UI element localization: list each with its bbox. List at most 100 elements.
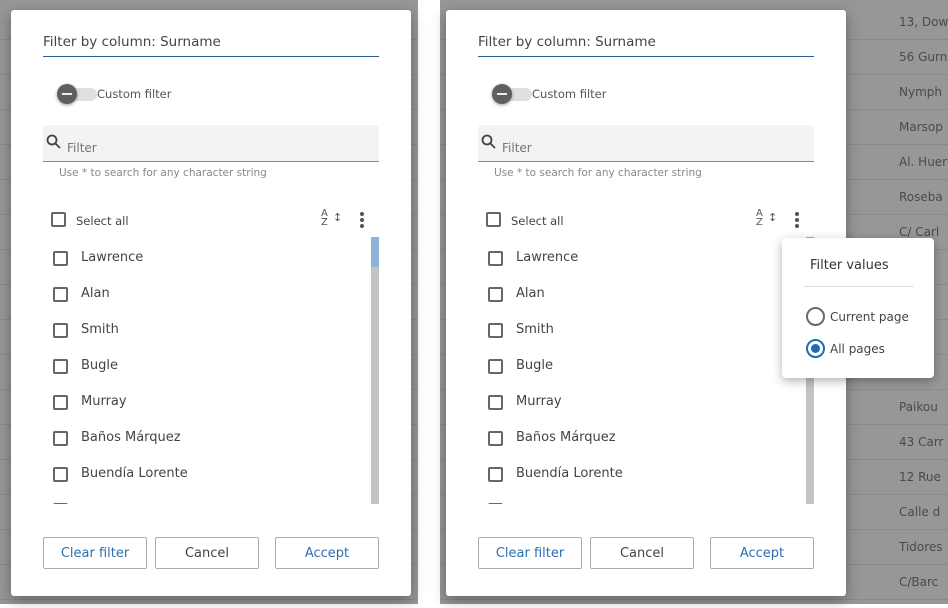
item-label: Baños Márquez bbox=[81, 430, 181, 445]
background-cell: 12 Rue bbox=[899, 470, 941, 484]
item-label: Buendía Lorente bbox=[81, 466, 188, 481]
radio-all-pages[interactable] bbox=[806, 339, 825, 358]
cancel-button[interactable]: Cancel bbox=[590, 537, 694, 569]
search-field[interactable] bbox=[43, 125, 379, 162]
search-input[interactable] bbox=[67, 141, 367, 155]
background-cell: 56 Gurn bbox=[899, 50, 948, 64]
background-cell: Calle d bbox=[899, 505, 941, 519]
radio-current-page[interactable] bbox=[806, 307, 825, 326]
list-item[interactable]: Alan bbox=[478, 273, 798, 309]
scrollbar[interactable] bbox=[371, 237, 379, 504]
item-checkbox[interactable] bbox=[53, 503, 68, 504]
toggle-knob[interactable] bbox=[57, 84, 77, 104]
values-list: Lawrence Alan Smith Bugle Murray Baños Márque… bbox=[43, 237, 379, 504]
background-cell: 13, Dow bbox=[899, 15, 948, 29]
sort-az-icon[interactable]: A Z ↕ bbox=[756, 209, 778, 228]
search-icon bbox=[46, 134, 62, 150]
popup-title: Filter values bbox=[810, 258, 889, 273]
toggle-knob[interactable] bbox=[492, 84, 512, 104]
list-item[interactable]: Lawrence bbox=[478, 237, 798, 273]
clear-filter-button[interactable]: Clear filter bbox=[43, 537, 147, 569]
item-label: Bugle bbox=[81, 358, 119, 373]
accept-button[interactable]: Accept bbox=[710, 537, 814, 569]
dot bbox=[360, 224, 364, 228]
background-cell: Roseba bbox=[899, 190, 943, 204]
item-checkbox[interactable] bbox=[488, 287, 503, 302]
item-checkbox[interactable] bbox=[53, 359, 68, 374]
item-label: Buendía Lorente bbox=[516, 466, 623, 481]
background-cell: Marsop bbox=[899, 120, 943, 134]
more-options-icon[interactable] bbox=[792, 210, 802, 230]
list-item[interactable]: Buendía Lorente bbox=[43, 453, 363, 489]
filter-values-popup: Filter values Current page All pages bbox=[782, 238, 934, 378]
custom-filter-label: Custom filter bbox=[97, 87, 172, 101]
list-item[interactable]: Bugle bbox=[478, 345, 798, 381]
radio-label[interactable]: Current page bbox=[830, 310, 909, 324]
background-cell: 43 Carr bbox=[899, 435, 944, 449]
item-label: Baños Márquez bbox=[516, 430, 616, 445]
item-checkbox[interactable] bbox=[53, 467, 68, 482]
dot bbox=[795, 224, 799, 228]
item-checkbox[interactable] bbox=[53, 251, 68, 266]
select-all-checkbox[interactable] bbox=[51, 212, 66, 227]
item-label: Lawrence bbox=[81, 250, 144, 265]
item-label: Bugle bbox=[516, 358, 554, 373]
select-all-checkbox[interactable] bbox=[486, 212, 501, 227]
item-checkbox[interactable] bbox=[53, 287, 68, 302]
popup-divider bbox=[804, 286, 914, 287]
item-label: Alan bbox=[81, 286, 110, 301]
custom-filter-label: Custom filter bbox=[532, 87, 607, 101]
list-item[interactable]: Murray bbox=[43, 381, 363, 417]
scrollbar-thumb[interactable] bbox=[371, 237, 379, 267]
filter-dialog: Filter by column: Surname Custom filter Us… bbox=[11, 10, 411, 596]
cancel-button[interactable]: Cancel bbox=[155, 537, 259, 569]
item-label: Smith bbox=[81, 322, 119, 337]
background-cell: C/ Carl bbox=[899, 225, 940, 239]
item-checkbox[interactable] bbox=[488, 431, 503, 446]
item-checkbox[interactable] bbox=[488, 467, 503, 482]
list-item[interactable] bbox=[43, 489, 363, 504]
item-checkbox[interactable] bbox=[488, 323, 503, 338]
background-cell: C/Barc bbox=[899, 575, 939, 589]
search-hint: Use * to search for any character string bbox=[494, 167, 702, 179]
item-checkbox[interactable] bbox=[53, 323, 68, 338]
item-label: Murray bbox=[516, 394, 562, 409]
sort-az-icon[interactable]: A Z ↕ bbox=[321, 209, 343, 228]
background-cell: Tidores bbox=[899, 540, 943, 554]
dot bbox=[360, 218, 364, 222]
search-field[interactable] bbox=[478, 125, 814, 162]
accept-button[interactable]: Accept bbox=[275, 537, 379, 569]
item-checkbox[interactable] bbox=[53, 395, 68, 410]
more-options-icon[interactable] bbox=[357, 210, 367, 230]
background-cell: Al. Huer bbox=[899, 155, 948, 169]
list-item[interactable]: Baños Márquez bbox=[43, 417, 363, 453]
list-item[interactable]: Baños Márquez bbox=[478, 417, 798, 453]
item-label: Lawrence bbox=[516, 250, 579, 265]
item-label: Smith bbox=[516, 322, 554, 337]
list-item[interactable]: Lawrence bbox=[43, 237, 363, 273]
item-checkbox[interactable] bbox=[488, 251, 503, 266]
radio-label[interactable]: All pages bbox=[830, 342, 885, 356]
list-item[interactable]: Buendía Lorente bbox=[478, 453, 798, 489]
item-label: Alan bbox=[516, 286, 545, 301]
item-checkbox[interactable] bbox=[488, 503, 503, 504]
list-item[interactable]: Smith bbox=[43, 309, 363, 345]
clear-filter-button[interactable]: Clear filter bbox=[478, 537, 582, 569]
background-cell: Nymph bbox=[899, 85, 942, 99]
dot bbox=[360, 212, 364, 216]
list-item[interactable]: Smith bbox=[478, 309, 798, 345]
list-item[interactable]: Alan bbox=[43, 273, 363, 309]
search-hint: Use * to search for any character string bbox=[59, 167, 267, 179]
dialog-title: Filter by column: Surname bbox=[478, 34, 814, 57]
list-item[interactable]: Bugle bbox=[43, 345, 363, 381]
search-input[interactable] bbox=[502, 141, 802, 155]
values-list: Lawrence Alan Smith Bugle Murray Baños Márque… bbox=[478, 237, 814, 504]
item-checkbox[interactable] bbox=[53, 431, 68, 446]
item-checkbox[interactable] bbox=[488, 359, 503, 374]
list-item[interactable] bbox=[478, 489, 798, 504]
list-item[interactable]: Murray bbox=[478, 381, 798, 417]
dot bbox=[795, 218, 799, 222]
select-all-label: Select all bbox=[511, 214, 564, 228]
item-checkbox[interactable] bbox=[488, 395, 503, 410]
search-icon bbox=[481, 134, 497, 150]
